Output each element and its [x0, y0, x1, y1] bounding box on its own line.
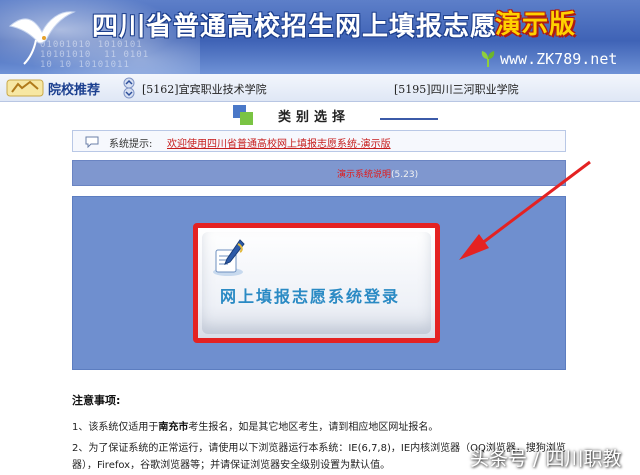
recommended-school-link[interactable]: [5195]四川三河职业学院 — [394, 81, 519, 97]
red-arrow-annotation — [459, 160, 591, 260]
notice-link[interactable]: 欢迎使用四川省普通高校网上填报志愿系统-演示版 — [167, 135, 391, 150]
category-icon — [233, 105, 253, 125]
recommended-school-link[interactable]: [5162]宜宾职业技术学院 — [142, 81, 267, 97]
note-text: 考生报名，如是其它地区考生，请到相应地区网址报名。 — [188, 422, 439, 433]
header-banner: 01001010 1010101 10101010 11 0101 10 10 … — [0, 0, 640, 74]
school-recommend-bar: 院校推荐 [5162]宜宾职业技术学院 [5195]四川三河职业学院 — [0, 74, 640, 102]
login-button[interactable]: 网上填报志愿系统登录 — [193, 223, 440, 343]
version-info: 演示系统说明(5.23) — [337, 167, 418, 180]
banner-title: 四川省普通高校招生网上填报志愿 — [92, 12, 498, 42]
note-text: 1、该系统仅适用于 — [72, 422, 159, 433]
leaf-icon — [481, 51, 495, 67]
recommend-label: 院校推荐 — [48, 83, 101, 98]
notes-title: 注意事项: — [72, 394, 121, 407]
system-notice: 系统提示: 欢迎使用四川省普通高校网上填报志愿系统-演示版 — [72, 130, 566, 152]
speech-bubble-icon — [85, 136, 99, 148]
category-select-title: 类别选择 — [278, 110, 351, 125]
version-link[interactable]: 演示系统说明 — [337, 170, 391, 180]
demo-badge: 演示版 — [495, 10, 577, 40]
pen-paper-icon — [213, 239, 245, 276]
watermark: 头条号 / 四川职教 — [470, 448, 622, 470]
note-city: 南充市 — [158, 422, 189, 433]
hand-pointer-icon — [6, 79, 44, 97]
scroll-updown-icon[interactable] — [122, 77, 136, 99]
note-item: 1、该系统仅适用于南充市考生报名，如是其它地区考生，请到相应地区网址报名。 — [72, 418, 438, 433]
notice-label: 系统提示: — [109, 139, 153, 150]
version-number: (5.23) — [391, 170, 419, 180]
title-underline — [380, 118, 438, 120]
seagull-icon — [8, 11, 76, 65]
site-url: www.ZK789.net — [500, 50, 618, 68]
login-label: 网上填报志愿系统登录 — [220, 287, 401, 306]
